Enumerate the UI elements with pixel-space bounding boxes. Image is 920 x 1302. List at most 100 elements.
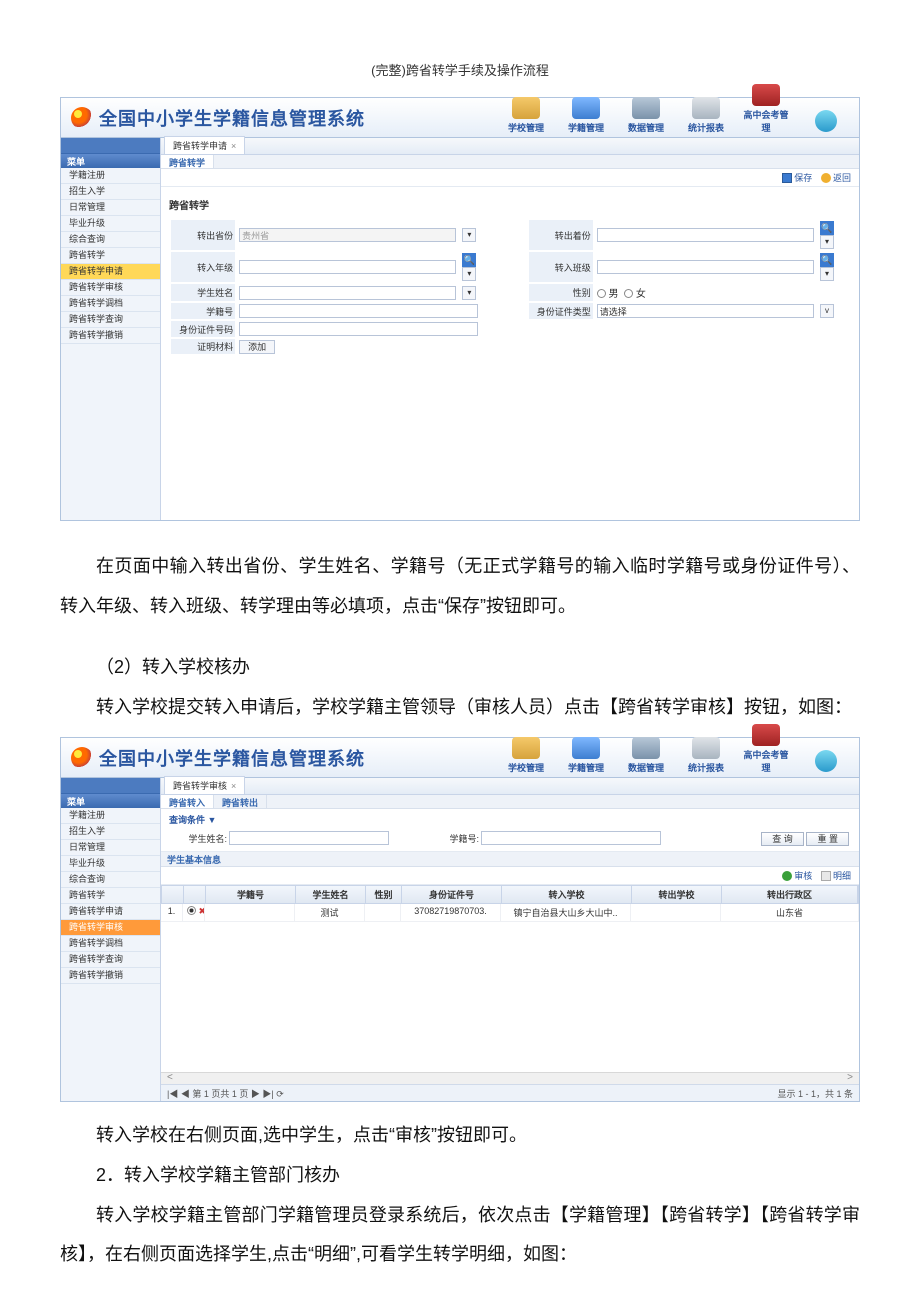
in-grade-label: 转入年级 (171, 252, 235, 282)
cell-idx: 1. (161, 904, 183, 921)
side-item[interactable]: 跨省转学 (61, 888, 160, 904)
col-out-area[interactable]: 转出行政区 (722, 886, 858, 903)
idtype-label: 身份证件类型 (529, 303, 593, 319)
side-item[interactable]: 跨省转学调档 (61, 936, 160, 952)
sid-filter-input[interactable] (481, 831, 661, 845)
nav-roll-mgmt[interactable]: 学籍管理 (563, 737, 609, 774)
chevron-down-icon[interactable]: ▾ (462, 286, 476, 300)
search-icon[interactable] (820, 253, 834, 267)
idtype-select[interactable]: 请选择 (597, 304, 814, 318)
subtab-in[interactable]: 跨省转入 (161, 795, 214, 808)
idno-input[interactable] (239, 322, 478, 336)
side-item[interactable]: 综合查询 (61, 232, 160, 248)
pager[interactable]: |◀ ◀ 第 1 页共 1 页 ▶ ▶| ⟳ 显示 1 - 1，共 1 条 (161, 1084, 859, 1101)
sidebar-collapse[interactable] (61, 778, 160, 794)
side-item-apply[interactable]: 跨省转学申请 (61, 264, 160, 280)
back-label: 返回 (833, 171, 851, 184)
search-icon[interactable] (462, 253, 476, 267)
col-in-school[interactable]: 转入学校 (502, 886, 632, 903)
nav-exam[interactable]: 高中会考管理 (743, 724, 789, 774)
query-button[interactable]: 查 询 (761, 832, 804, 846)
side-item[interactable]: 跨省转学撤销 (61, 968, 160, 984)
out-county-input[interactable] (597, 228, 814, 242)
col-out-school[interactable]: 转出学校 (632, 886, 722, 903)
student-name-input[interactable] (239, 286, 456, 300)
audit-button[interactable]: 审核 (782, 869, 812, 882)
radio-male[interactable] (597, 289, 606, 298)
tab-audit[interactable]: 跨省转学审核 (164, 776, 245, 794)
nav-stats[interactable]: 统计报表 (683, 737, 729, 774)
side-item[interactable]: 跨省转学审核 (61, 280, 160, 296)
side-item[interactable]: 毕业升级 (61, 216, 160, 232)
nav-school-mgmt[interactable]: 学校管理 (503, 737, 549, 774)
back-button[interactable]: 返回 (821, 171, 851, 184)
sidebar-collapse[interactable] (61, 138, 160, 154)
search-icon[interactable] (820, 221, 834, 235)
chevron-down-icon[interactable]: ▾ (462, 228, 476, 242)
sid-input[interactable] (239, 304, 478, 318)
side-item[interactable]: 学籍注册 (61, 808, 160, 824)
chevron-down-icon[interactable]: v (820, 304, 834, 318)
side-item[interactable]: 跨省转学查询 (61, 952, 160, 968)
side-item[interactable]: 跨省转学申请 (61, 904, 160, 920)
side-item-audit[interactable]: 跨省转学审核 (61, 920, 160, 936)
out-county-label: 转出着份 (529, 220, 593, 250)
side-item[interactable]: 跨省转学查询 (61, 312, 160, 328)
side-item[interactable]: 日常管理 (61, 200, 160, 216)
cell-sel[interactable]: ✖ (183, 904, 205, 921)
in-grade-input[interactable] (239, 260, 456, 274)
col-idno[interactable]: 身份证件号 (402, 886, 502, 903)
sid-label: 学籍号 (171, 303, 235, 319)
tab-apply[interactable]: 跨省转学申请 (164, 136, 245, 154)
subtab-out[interactable]: 跨省转出 (214, 795, 267, 808)
topbar: 全国中小学生学籍信息管理系统 学校管理 学籍管理 数据管理 统计报表 高中会考管… (61, 98, 859, 138)
side-item[interactable]: 日常管理 (61, 840, 160, 856)
male-label: 男 (609, 289, 619, 300)
side-item[interactable]: 跨省转学调档 (61, 296, 160, 312)
col-name[interactable]: 学生姓名 (296, 886, 366, 903)
nav-stats[interactable]: 统计报表 (683, 97, 729, 134)
sid-filter-label: 学籍号: (423, 831, 479, 845)
col-sid[interactable]: 学籍号 (206, 886, 296, 903)
nav-label: 学籍管理 (568, 763, 604, 773)
data-icon (632, 737, 660, 759)
chevron-down-icon[interactable]: ▾ (820, 267, 834, 281)
table-row[interactable]: 1. ✖ 测试 37082719870703. 镇宁自治县大山乡大山中.. 山东… (161, 904, 859, 922)
paragraph: 转入学校提交转入申请后，学校学籍主管领导（审核人员）点击【跨省转学审核】按钮，如… (60, 688, 860, 728)
radio-female[interactable] (624, 289, 633, 298)
add-button[interactable]: 添加 (239, 340, 275, 354)
sidebar: 菜单 学籍注册 招生入学 日常管理 毕业升级 综合查询 跨省转学 跨省转学申请 … (61, 778, 161, 1101)
chevron-down-icon[interactable]: ▾ (820, 235, 834, 249)
subtab[interactable]: 跨省转学 (161, 155, 214, 168)
filter-toggle[interactable]: 查询条件 ▼ (169, 813, 851, 826)
toolbar: 保存 返回 (161, 169, 859, 187)
nav-exam[interactable]: 高中会考管理 (743, 84, 789, 134)
detail-button[interactable]: 明细 (821, 869, 851, 882)
screenshot-2: 全国中小学生学籍信息管理系统 学校管理 学籍管理 数据管理 统计报表 高中会考管… (60, 737, 860, 1102)
h-scrollbar[interactable] (161, 1072, 859, 1084)
in-class-label: 转入班级 (529, 252, 593, 282)
in-class-input[interactable] (597, 260, 814, 274)
reset-button[interactable]: 重 置 (806, 832, 849, 846)
nav-data-mgmt[interactable]: 数据管理 (623, 737, 669, 774)
row-radio[interactable] (187, 906, 196, 915)
side-item[interactable]: 毕业升级 (61, 856, 160, 872)
side-item[interactable]: 招生入学 (61, 184, 160, 200)
nav-school-mgmt[interactable]: 学校管理 (503, 97, 549, 134)
save-button[interactable]: 保存 (782, 171, 812, 184)
nav-help[interactable] (803, 110, 849, 134)
side-item[interactable]: 跨省转学 (61, 248, 160, 264)
side-item[interactable]: 学籍注册 (61, 168, 160, 184)
side-item[interactable]: 综合查询 (61, 872, 160, 888)
nav-roll-mgmt[interactable]: 学籍管理 (563, 97, 609, 134)
cell-idno: 37082719870703. (401, 904, 501, 921)
side-item[interactable]: 跨省转学撤销 (61, 328, 160, 344)
col-sex[interactable]: 性别 (366, 886, 402, 903)
pager-left[interactable]: |◀ ◀ 第 1 页共 1 页 ▶ ▶| ⟳ (167, 1087, 284, 1100)
name-filter-input[interactable] (229, 831, 389, 845)
nav-data-mgmt[interactable]: 数据管理 (623, 97, 669, 134)
nav-help[interactable] (803, 750, 849, 774)
side-item[interactable]: 招生入学 (61, 824, 160, 840)
topbar: 全国中小学生学籍信息管理系统 学校管理 学籍管理 数据管理 统计报表 高中会考管… (61, 738, 859, 778)
chevron-down-icon[interactable]: ▾ (462, 267, 476, 281)
